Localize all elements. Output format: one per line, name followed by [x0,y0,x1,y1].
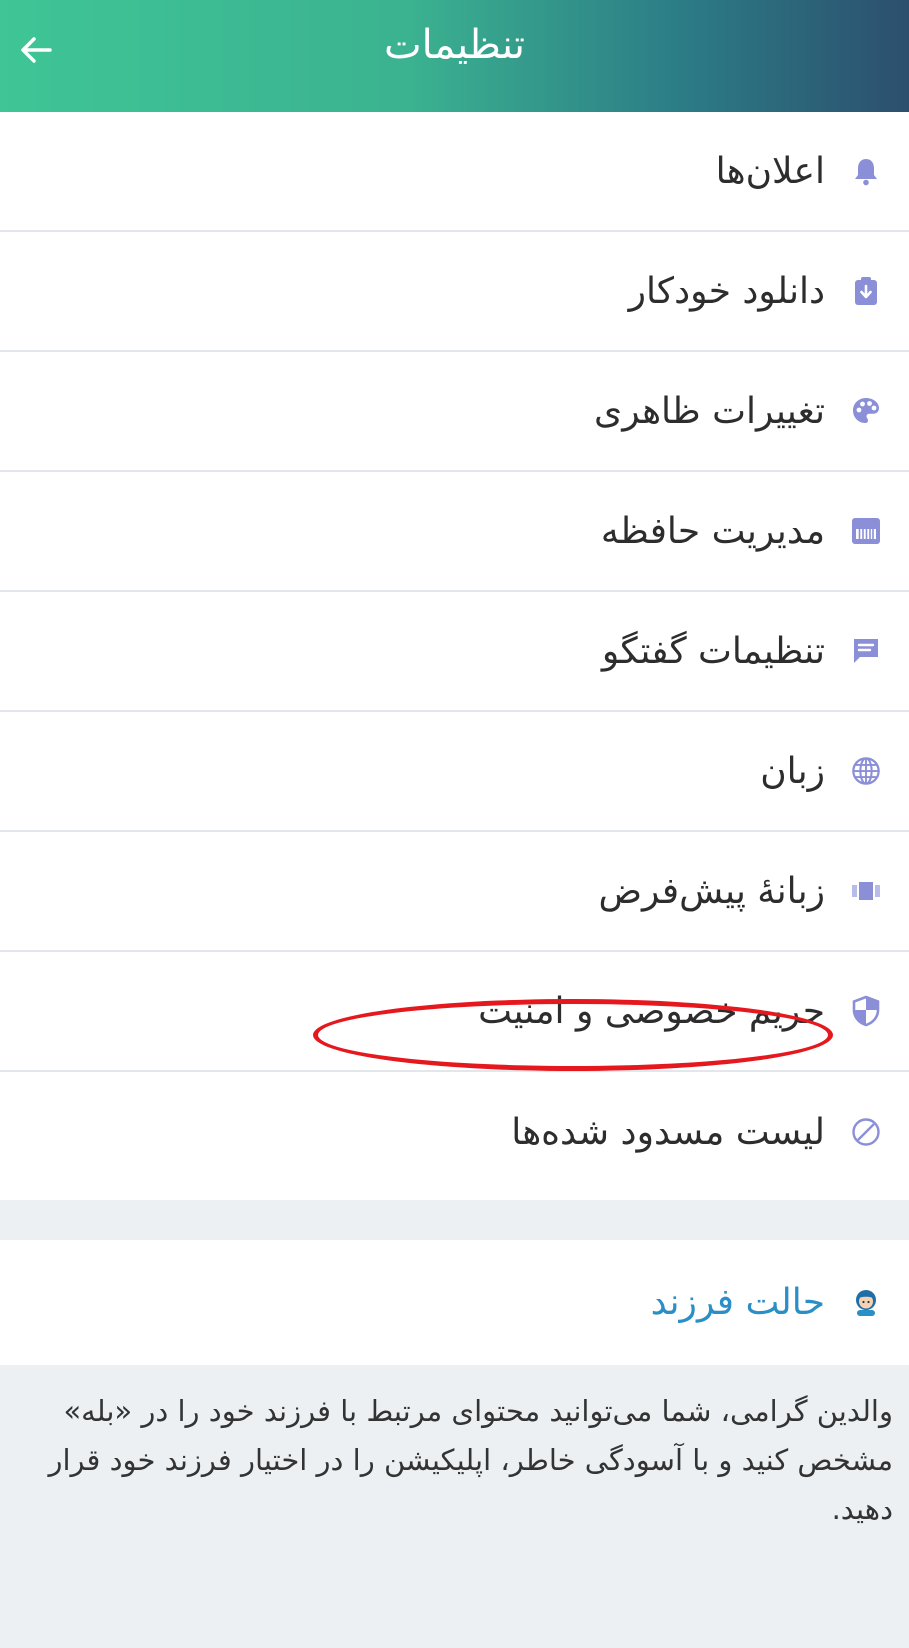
section-divider [0,1200,909,1240]
settings-item-label: تغییرات ظاهری [594,390,825,432]
page-title: تنظیمات [383,22,526,68]
settings-item-label: دانلود خودکار [628,270,825,312]
settings-item-language[interactable]: زبان [0,712,909,832]
settings-item-storage[interactable]: مدیریت حافظه [0,472,909,592]
kid-mode-label: حالت فرزند [650,1282,825,1323]
settings-item-label: زبانهٔ پیش‌فرض [598,870,825,912]
settings-item-label: حریم خصوصی و امنیت [478,990,825,1032]
settings-item-chat-settings[interactable]: تنظیمات گفتگو [0,592,909,712]
app-header: تنظیمات [0,0,909,112]
child-icon [851,1288,881,1318]
settings-item-block-list[interactable]: لیست مسدود شده‌ها [0,1072,909,1192]
kid-mode-description: والدین گرامی، شما می‌توانید محتوای مرتبط… [0,1365,909,1648]
settings-item-label: اعلان‌ها [715,150,825,192]
settings-item-privacy[interactable]: حریم خصوصی و امنیت [0,952,909,1072]
settings-list: اعلان‌ها دانلود خودکار تغییرات ظاهری [0,112,909,1192]
chat-icon [851,636,881,666]
palette-icon [851,396,881,426]
settings-item-notifications[interactable]: اعلان‌ها [0,112,909,232]
globe-icon [851,756,881,786]
settings-item-auto-download[interactable]: دانلود خودکار [0,232,909,352]
download-icon [851,276,881,306]
settings-item-label: لیست مسدود شده‌ها [511,1111,825,1153]
kid-mode-item[interactable]: حالت فرزند [0,1240,909,1365]
block-icon [851,1117,881,1147]
settings-item-label: زبان [760,750,825,792]
settings-item-appearance[interactable]: تغییرات ظاهری [0,352,909,472]
memory-icon [851,516,881,546]
bell-icon [851,156,881,186]
settings-item-label: تنظیمات گفتگو [601,630,825,672]
tabs-icon [851,876,881,906]
settings-item-default-tab[interactable]: زبانهٔ پیش‌فرض [0,832,909,952]
settings-item-label: مدیریت حافظه [600,510,825,552]
shield-icon [851,995,881,1027]
